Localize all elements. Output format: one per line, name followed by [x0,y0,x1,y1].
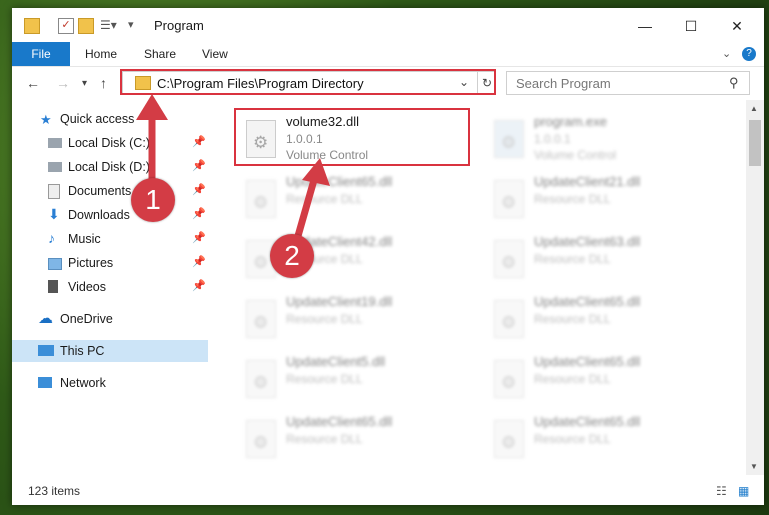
step-badge-2: 2 [270,234,314,278]
arrow-1-head [136,94,168,120]
annotation-arrows [136,94,330,237]
arrow-2-head [302,158,330,186]
step-badge-1: 1 [131,178,175,222]
explorer-window: ✓ ☰▾ ▾ Program — ☐ ✕ File Home Share Vie… [12,8,764,505]
arrow-2-shaft [294,179,318,237]
